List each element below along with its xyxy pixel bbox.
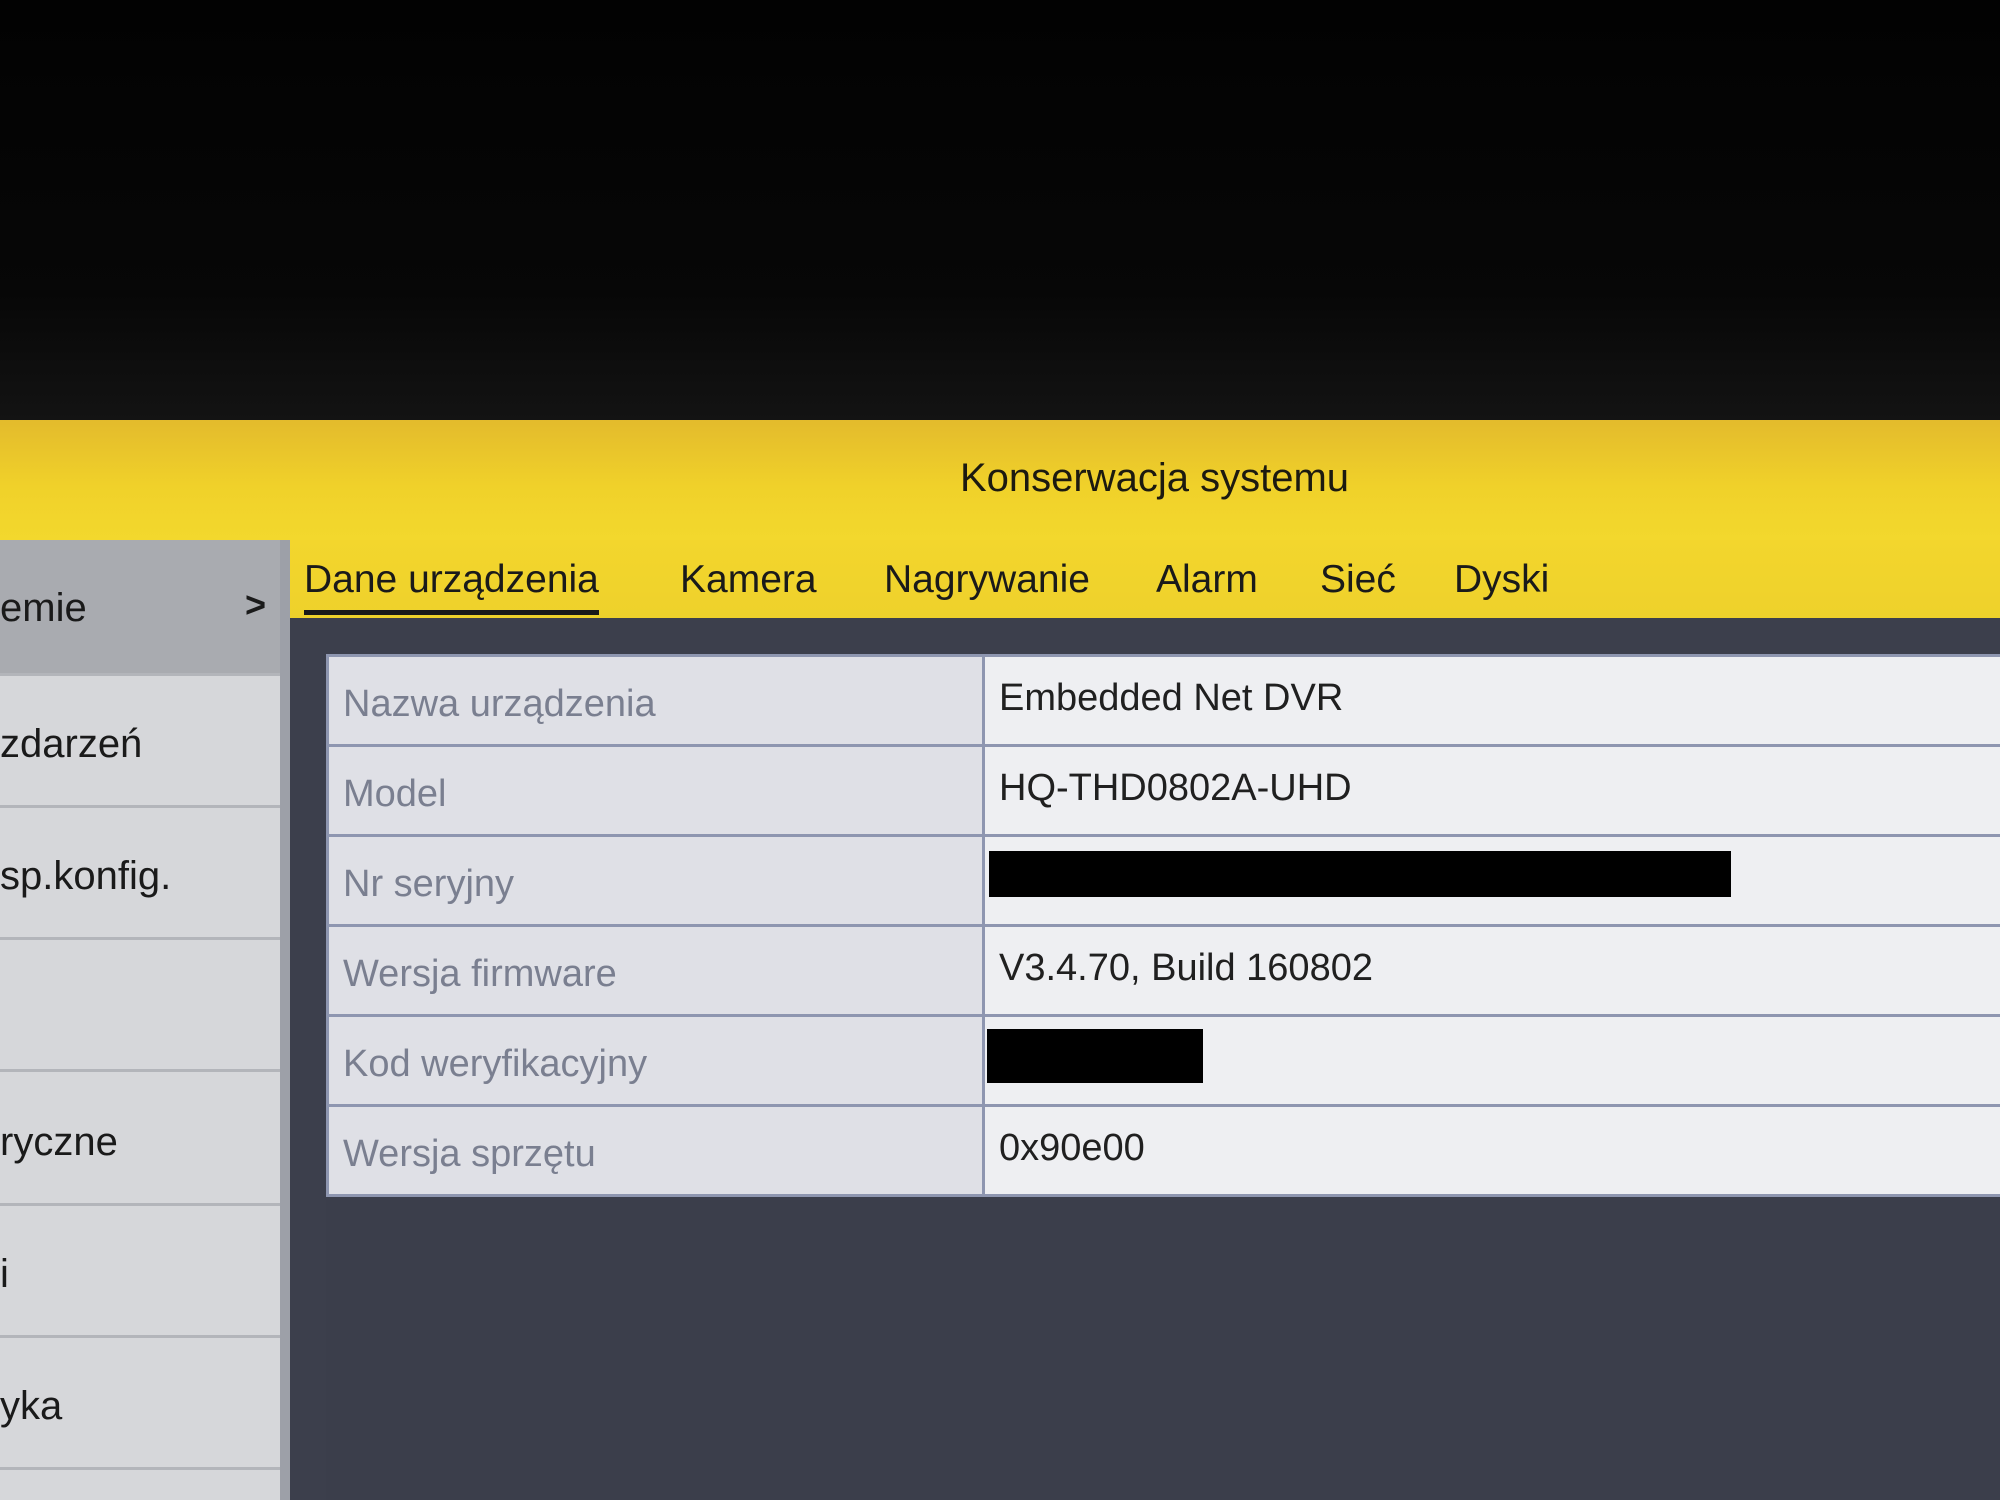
sidebar-item-label: i xyxy=(0,1252,9,1296)
monitor-bezel xyxy=(0,0,2000,420)
model-value: HQ-THD0802A-UHD xyxy=(999,767,1352,809)
info-label-cell: Wersja sprzętu xyxy=(329,1107,985,1194)
table-row: Wersja firmware V3.4.70, Build 160802 xyxy=(329,927,2000,1017)
tab-network[interactable]: Sieć xyxy=(1320,558,1396,610)
verification-code-label: Kod weryfikacyjny xyxy=(343,1043,648,1085)
photo-stage: Konserwacja systemu emie > zdarzeń sp.ko… xyxy=(0,0,2000,1500)
device-name-label: Nazwa urządzenia xyxy=(343,683,656,725)
content-background xyxy=(326,1200,2000,1500)
tab-bar: Dane urządzenia Kamera Nagrywanie Alarm … xyxy=(290,540,2000,618)
verification-redaction-bar xyxy=(987,1029,1203,1083)
sidebar-item-label: ryczne xyxy=(0,1120,118,1164)
serial-redaction-bar xyxy=(989,851,1731,897)
sidebar-item-stats[interactable]: yka xyxy=(0,1338,280,1470)
tab-disks[interactable]: Dyski xyxy=(1454,558,1549,610)
hardware-version-value: 0x90e00 xyxy=(999,1127,1145,1169)
table-row: Model HQ-THD0802A-UHD xyxy=(329,747,2000,837)
sidebar-item-label: yka xyxy=(0,1384,63,1428)
device-info-table: Nazwa urządzenia Embedded Net DVR Model … xyxy=(326,654,2000,1197)
hardware-version-label: Wersja sprzętu xyxy=(343,1133,596,1175)
firmware-version-label: Wersja firmware xyxy=(343,953,617,995)
info-label-cell: Kod weryfikacyjny xyxy=(329,1017,985,1104)
sidebar-menu: emie > zdarzeń sp.konfig. ryczne i yka xyxy=(0,540,290,1500)
device-name-value: Embedded Net DVR xyxy=(999,677,1344,719)
dvr-screen: Konserwacja systemu emie > zdarzeń sp.ko… xyxy=(0,420,2000,1500)
title-bar: Konserwacja systemu xyxy=(0,420,2000,540)
info-label-cell: Wersja firmware xyxy=(329,927,985,1014)
sidebar-item-system[interactable]: emie > xyxy=(0,540,280,676)
info-value-cell: Embedded Net DVR xyxy=(985,657,2000,744)
table-row: Nazwa urządzenia Embedded Net DVR xyxy=(329,657,2000,747)
sidebar-item-label: sp.konfig. xyxy=(0,854,172,898)
sidebar-item-label: emie xyxy=(0,586,87,630)
sidebar-item-config[interactable]: sp.konfig. xyxy=(0,808,280,940)
info-value-cell xyxy=(985,1017,2000,1104)
table-row: Nr seryjny xyxy=(329,837,2000,927)
sidebar-item-blank[interactable] xyxy=(0,940,280,1072)
tab-alarm[interactable]: Alarm xyxy=(1156,558,1258,610)
tab-camera[interactable]: Kamera xyxy=(680,558,817,610)
info-value-cell: 0x90e00 xyxy=(985,1107,2000,1194)
chevron-right-icon: > xyxy=(244,584,266,625)
table-row: Wersja sprzętu 0x90e00 xyxy=(329,1107,2000,1197)
window-title: Konserwacja systemu xyxy=(960,456,1350,500)
sidebar-item-events[interactable]: zdarzeń xyxy=(0,676,280,808)
tab-recording[interactable]: Nagrywanie xyxy=(884,558,1090,610)
info-label-cell: Nr seryjny xyxy=(329,837,985,924)
sidebar-item-manual[interactable]: ryczne xyxy=(0,1074,280,1206)
sidebar-item-i[interactable]: i xyxy=(0,1206,280,1338)
info-label-cell: Nazwa urządzenia xyxy=(329,657,985,744)
info-value-cell xyxy=(985,837,2000,924)
table-row: Kod weryfikacyjny xyxy=(329,1017,2000,1107)
info-label-cell: Model xyxy=(329,747,985,834)
tab-device-info[interactable]: Dane urządzenia xyxy=(304,558,599,615)
firmware-version-value: V3.4.70, Build 160802 xyxy=(999,947,1373,989)
info-value-cell: HQ-THD0802A-UHD xyxy=(985,747,2000,834)
serial-number-label: Nr seryjny xyxy=(343,863,515,905)
sidebar-item-label: zdarzeń xyxy=(0,722,143,766)
model-label: Model xyxy=(343,773,447,815)
info-value-cell: V3.4.70, Build 160802 xyxy=(985,927,2000,1014)
